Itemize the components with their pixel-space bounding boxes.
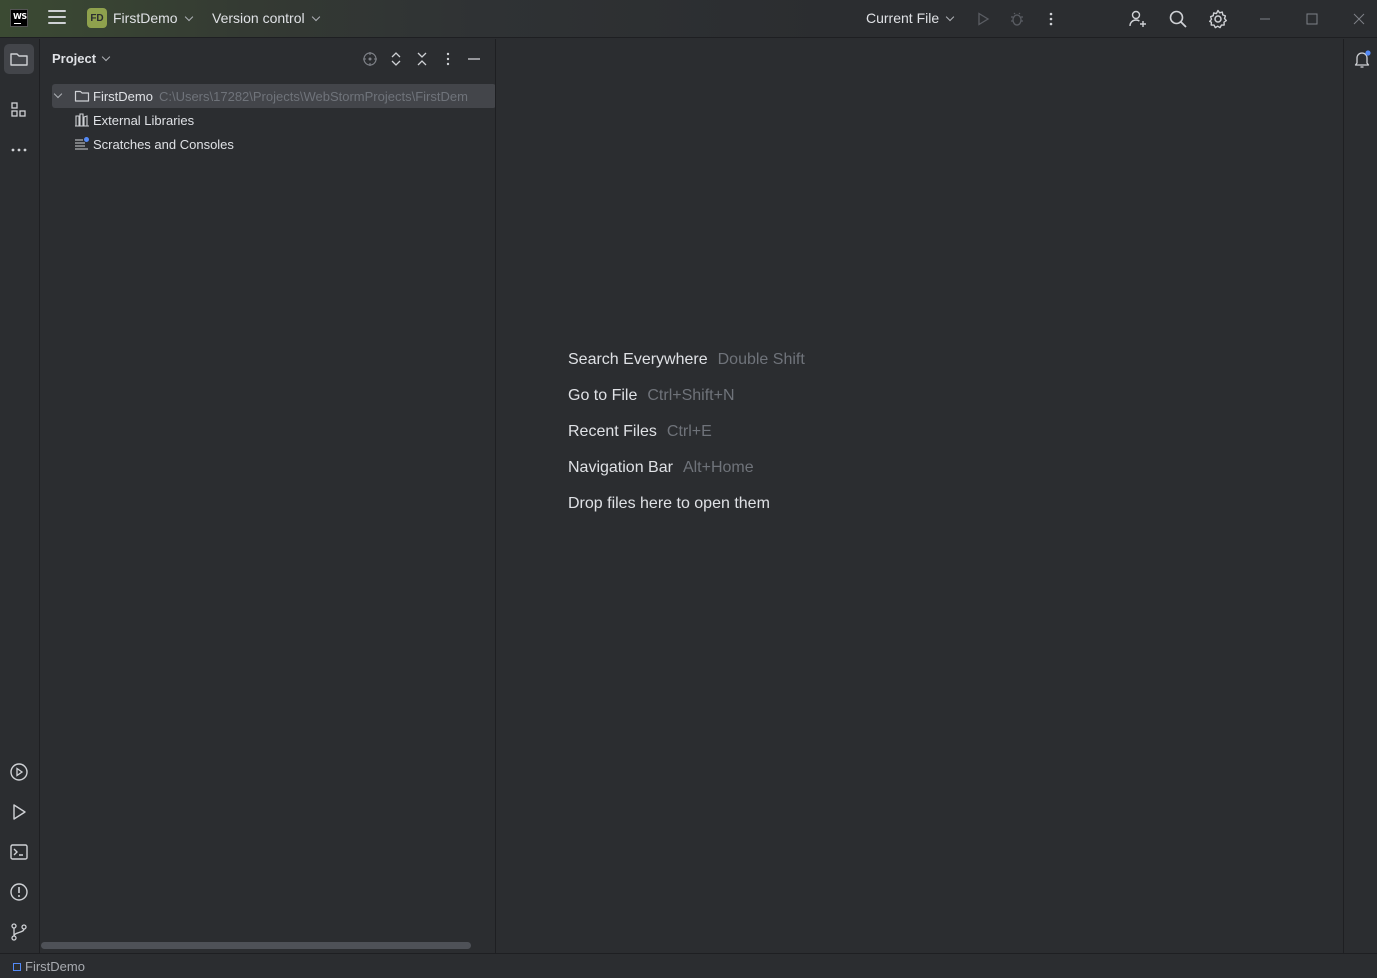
close-icon[interactable] [1348,8,1370,30]
project-name-label: FirstDemo [113,10,178,26]
expand-all-icon[interactable] [387,50,405,68]
right-tool-strip [1343,39,1377,953]
structure-icon[interactable] [4,95,34,125]
status-project-label: FirstDemo [25,959,85,974]
vcs-menu[interactable]: Version control [212,10,320,26]
hint-go-to-file: Go to File Ctrl+Shift+N [568,387,735,405]
webstorm-logo-icon: WS [10,9,28,27]
title-bar: WS FD FirstDemo Version control Current … [0,0,1377,38]
status-bar: FirstDemo [0,953,1377,978]
chevron-down-icon [311,12,320,22]
project-panel-title: Project [52,51,97,66]
hint-action: Recent Files [568,423,657,440]
tree-item-external-libraries[interactable]: External Libraries [74,108,194,132]
folder-icon [74,90,90,102]
tree-item-label: Scratches and Consoles [93,136,234,152]
libraries-icon [75,113,89,127]
hint-shortcut: Alt+Home [682,459,754,476]
hint-shortcut: Ctrl+Shift+N [647,387,735,404]
project-folder-icon[interactable] [4,44,34,74]
more-vertical-icon[interactable] [1040,8,1062,30]
terminal-icon[interactable] [4,837,34,867]
project-view-selector[interactable]: Project [52,51,111,66]
services-icon[interactable] [4,757,34,787]
hint-action: Navigation Bar [568,459,673,476]
chevron-down-icon [101,52,111,62]
hint-drop-files: Drop files here to open them [568,495,770,513]
locate-file-icon[interactable] [361,50,379,68]
left-tool-strip [0,39,40,953]
chevron-down-icon [945,12,955,22]
horizontal-scrollbar[interactable] [41,942,471,949]
project-module-icon [13,962,21,971]
tree-item-label: FirstDemo [93,88,153,104]
scratches-icon [75,137,89,150]
maximize-icon[interactable] [1301,8,1323,30]
status-project-breadcrumb[interactable]: FirstDemo [13,959,85,974]
project-tool-window: Project FirstDemo C:\Users\17282\Project… [41,39,496,953]
tree-item-label: External Libraries [93,112,195,128]
debug-icon[interactable] [1006,8,1028,30]
git-icon[interactable] [4,917,34,947]
problems-icon[interactable] [4,877,34,907]
project-badge[interactable]: FD [87,8,107,28]
hint-navigation-bar: Navigation Bar Alt+Home [568,459,754,477]
hamburger-menu-icon[interactable] [48,10,66,26]
panel-options-icon[interactable] [439,50,457,68]
editor-area: Search Everywhere Double Shift Go to File… [497,39,1343,953]
notifications-bell-icon[interactable] [1347,44,1377,74]
tree-item-firstdemo[interactable]: FirstDemo C:\Users\17282\Projects\WebSto… [52,84,495,108]
project-switcher[interactable]: FirstDemo [113,10,193,26]
hint-search-everywhere: Search Everywhere Double Shift [568,351,805,369]
vcs-label: Version control [212,10,305,26]
hint-action: Drop files here to open them [568,495,770,512]
run-icon[interactable] [972,8,994,30]
hint-action: Go to File [568,387,638,404]
run-icon[interactable] [4,797,34,827]
hint-recent-files: Recent Files Ctrl+E [568,423,712,441]
collapse-all-icon[interactable] [413,50,431,68]
run-config-label: Current File [866,10,940,26]
search-icon[interactable] [1167,8,1189,30]
tree-item-path: C:\Users\17282\Projects\WebStormProjects… [158,88,468,104]
webstorm-window: WS FD FirstDemo Version control Current … [0,0,1377,978]
run-config-selector[interactable]: Current File [866,10,955,26]
hide-panel-icon[interactable] [465,50,483,68]
chevron-expanded-icon[interactable] [53,89,69,104]
hint-shortcut: Double Shift [717,351,805,368]
tree-item-scratches[interactable]: Scratches and Consoles [74,132,234,156]
settings-gear-icon[interactable] [1207,8,1229,30]
more-horizontal-icon[interactable] [4,135,34,165]
hint-action: Search Everywhere [568,351,708,368]
project-panel-header: Project [41,39,495,79]
chevron-down-icon [184,12,193,22]
hint-shortcut: Ctrl+E [666,423,712,440]
add-user-icon[interactable] [1127,8,1149,30]
minimize-icon[interactable] [1254,8,1276,30]
